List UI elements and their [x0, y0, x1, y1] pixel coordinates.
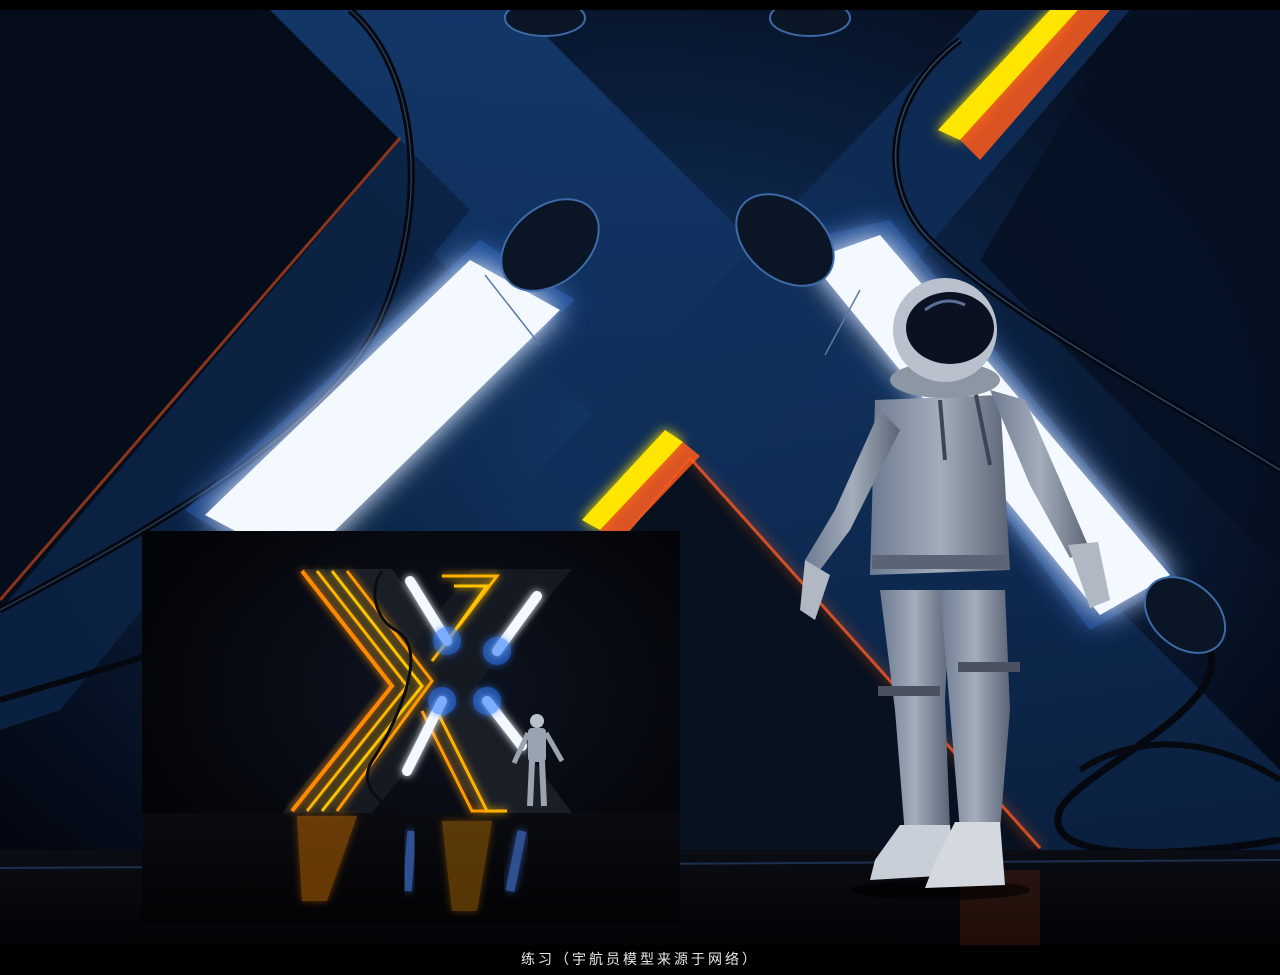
main-render	[0, 10, 1280, 945]
caption-bar: 练习（宇航员模型来源于网络）	[0, 945, 1280, 975]
inset-thumbnail	[142, 531, 680, 923]
photo-frame: 练习（宇航员模型来源于网络）	[0, 0, 1280, 975]
caption-text: 练习（宇航员模型来源于网络）	[521, 952, 759, 968]
